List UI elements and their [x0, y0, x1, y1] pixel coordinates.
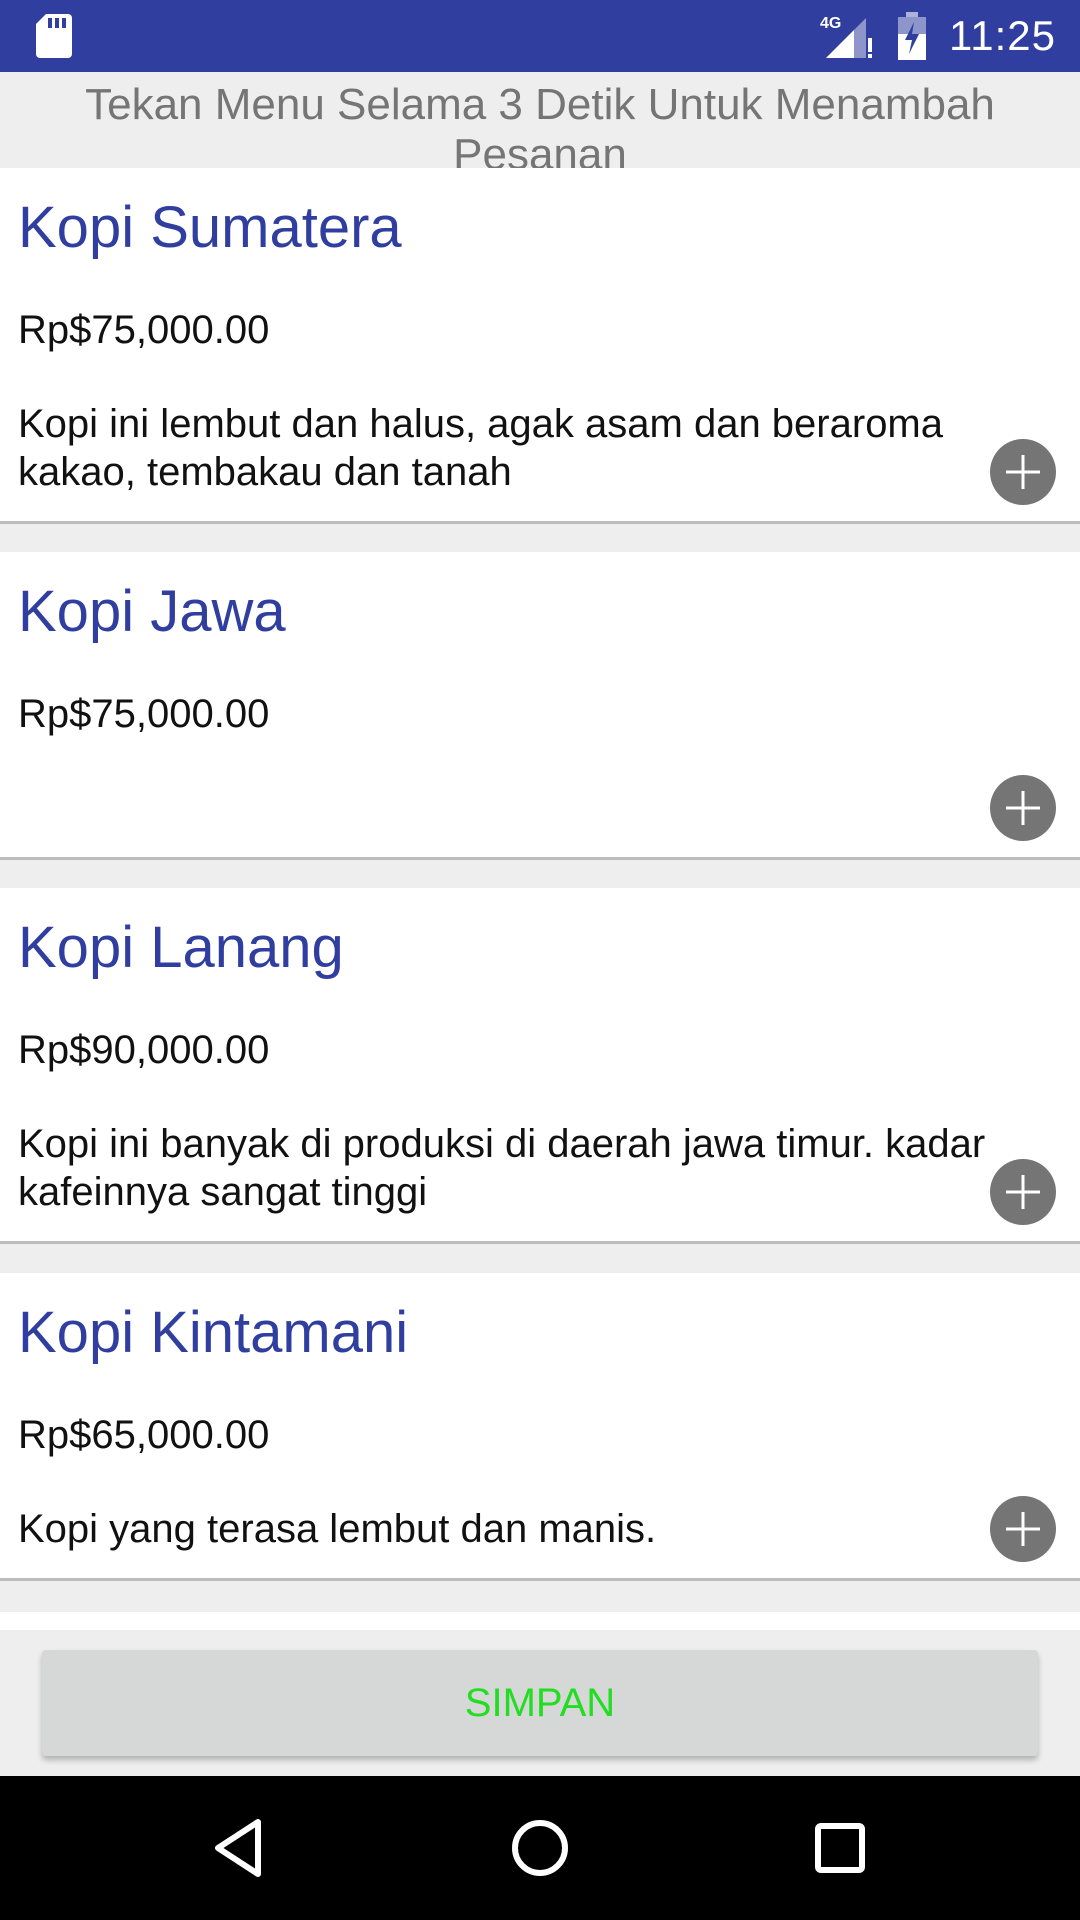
home-button[interactable]: [504, 1812, 576, 1884]
menu-item-price: Rp$75,000.00: [18, 308, 270, 352]
status-clock: 11:25: [949, 12, 1056, 59]
menu-item-description: Kopi ini banyak di produksi di daerah ja…: [18, 1122, 986, 1214]
menu-item-price: Rp$90,000.00: [18, 1028, 270, 1072]
back-icon: [215, 1819, 261, 1877]
back-button[interactable]: [204, 1812, 276, 1884]
screen: 4G 11:25 Tekan Menu Selama 3 Detik Untuk…: [0, 0, 1080, 1920]
menu-item-description: Kopi yang terasa lembut dan manis.: [18, 1507, 657, 1551]
status-bar: 4G 11:25: [0, 0, 1080, 72]
plus-icon: [1006, 1512, 1040, 1546]
hint-bar: Tekan Menu Selama 3 Detik Untuk Menambah…: [0, 72, 1080, 168]
menu-item-name: Kopi Lanang: [18, 915, 344, 980]
home-icon: [512, 1820, 568, 1876]
add-button[interactable]: [990, 1496, 1056, 1562]
menu-item-kopi-kintamani[interactable]: Kopi Kintamani Rp$65,000.00 Kopi yang te…: [0, 1273, 1080, 1581]
add-button[interactable]: [990, 775, 1056, 841]
save-area: SIMPAN: [0, 1630, 1080, 1776]
add-button[interactable]: [990, 439, 1056, 505]
plus-icon: [1006, 1175, 1040, 1209]
add-button[interactable]: [990, 1159, 1056, 1225]
plus-icon: [1006, 791, 1040, 825]
menu-item-name: Kopi Jawa: [18, 579, 286, 644]
battery-charging-icon: [898, 12, 926, 60]
menu-item-kopi-jawa[interactable]: Kopi Jawa Rp$75,000.00: [0, 552, 1080, 860]
menu-item-partial[interactable]: [0, 1612, 1080, 1630]
menu-item-kopi-lanang[interactable]: Kopi Lanang Rp$90,000.00 Kopi ini banyak…: [0, 888, 1080, 1244]
recents-button[interactable]: [804, 1812, 876, 1884]
menu-item-name: Kopi Kintamani: [18, 1300, 409, 1365]
recents-icon: [815, 1823, 865, 1873]
menu-item-price: Rp$65,000.00: [18, 1413, 270, 1457]
menu-item-description: Kopi ini lembut dan halus, agak asam dan…: [18, 402, 943, 494]
menu-item-kopi-sumatera[interactable]: Kopi Sumatera Rp$75,000.00 Kopi ini lemb…: [0, 168, 1080, 524]
sd-card-icon: [36, 14, 72, 58]
menu-list[interactable]: Kopi Sumatera Rp$75,000.00 Kopi ini lemb…: [0, 168, 1080, 1630]
network-label: 4G: [820, 15, 841, 32]
navigation-bar: [0, 1776, 1080, 1920]
menu-item-price: Rp$75,000.00: [18, 692, 270, 736]
signal-4g-icon: 4G: [820, 15, 872, 58]
save-button[interactable]: SIMPAN: [42, 1650, 1038, 1756]
hint-text: Tekan Menu Selama 3 Detik Untuk Menambah…: [85, 80, 995, 168]
plus-icon: [1006, 455, 1040, 489]
menu-item-name: Kopi Sumatera: [18, 195, 402, 260]
